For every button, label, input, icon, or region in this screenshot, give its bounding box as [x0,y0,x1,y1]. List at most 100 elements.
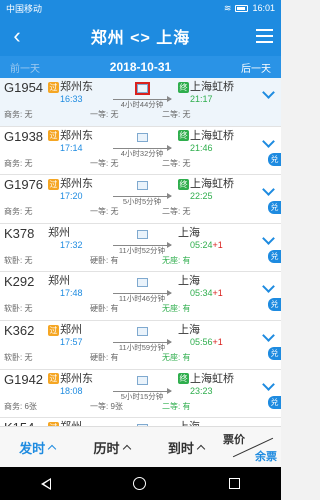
train-row[interactable]: K378 郑州 17:32 11小时52分钟 上海 05:24+1 软卧: 无 … [0,223,281,273]
station-type-badge: 终 [178,81,189,93]
departure-time: 17:20 [60,191,83,202]
ticket-icon[interactable] [136,375,148,385]
departure-time: 17:32 [60,239,83,250]
to-station: 上海虹桥 [190,129,234,142]
seat-class-3: 无座: 有 [162,304,191,314]
status-bar: 中国移动 ≋ 16:01 [0,0,281,16]
ticket-icon[interactable] [136,229,148,239]
train-list: G1954 过郑州东 16:33 4小时44分钟 终上海虹桥 21:17 商务:… [0,78,281,426]
current-date[interactable]: 2018-10-31 [50,60,231,74]
duration: 11小时59分钟 [118,342,166,352]
ticket-icon[interactable] [134,82,150,95]
page-title: 郑州 <> 上海 [90,30,191,47]
menu-icon[interactable] [247,16,281,56]
from-station: 郑州东 [60,81,93,93]
seat-class-3: 二等: 无 [162,110,191,119]
arrow-icon [113,193,172,200]
back-icon[interactable]: ‹ [0,16,34,56]
station-type-badge: 终 [178,130,189,142]
arrow-icon [113,290,172,297]
arrival-time: 21:17 [190,94,213,104]
sort-bar: 发时 历时 到时 票价 余票 [0,426,281,467]
price-label: 票价 [222,433,245,446]
train-row[interactable]: G1938 过郑州东 17:14 4小时32分钟 终上海虹桥 21:46 商务:… [0,126,281,176]
seat-class-2: 一等: 无 [90,207,119,217]
nav-recent-icon[interactable] [228,478,240,489]
station-type-badge: 终 [178,178,189,190]
train-number: G1938 [4,128,44,144]
arrow-icon [113,144,172,151]
from-station: 郑州东 [60,129,93,142]
departure-time: 18:08 [60,385,83,396]
caret-up-icon [47,444,57,453]
station-type-badge: 过 [48,373,59,385]
train-row[interactable]: K154 过郑州 12小时20分钟 上海 [0,418,281,426]
departure-time: 17:48 [60,288,83,299]
ticket-icon[interactable] [136,181,148,191]
arrow-icon [113,338,172,345]
nav-home-icon[interactable] [133,477,147,490]
exchange-badge[interactable]: 兑 [268,249,281,263]
seat-class-3: 二等: 无 [162,158,191,168]
next-day-mark: +1 [212,336,223,347]
seat-class-1: 商务: 无 [4,158,33,168]
exchange-badge[interactable]: 兑 [268,298,281,312]
train-number: K292 [4,274,35,290]
arrow-icon [113,96,172,102]
seat-class-2: 硬卧: 有 [90,304,119,314]
train-number: G1954 [4,80,44,95]
next-day-button[interactable]: 后一天 [231,60,281,75]
next-day-mark: +1 [212,288,223,299]
station-type-badge: 过 [48,324,59,336]
arrival-time: 05:56 [190,336,213,347]
from-station: 郑州 [60,323,82,336]
duration: 5小时5分钟 [122,197,162,207]
train-row[interactable]: K362 过郑州 17:57 11小时59分钟 上海 05:56+1 软卧: 无… [0,320,281,370]
arrow-icon [113,387,172,394]
duration: 11小时52分钟 [118,245,166,255]
seat-class-2: 一等: 无 [90,158,119,168]
train-row[interactable]: G1976 过郑州东 17:20 5小时5分钟 终上海虹桥 22:25 商务: … [0,175,281,224]
exchange-badge[interactable]: 兑 [268,395,281,409]
seat-class-3: 二等: 有 [162,401,191,411]
train-row[interactable]: K292 郑州 17:48 11小时46分钟 上海 05:34+1 软卧: 无 … [0,272,281,321]
remain-label: 余票 [254,450,277,463]
seat-class-2: 一等: 9张 [90,401,123,411]
train-number: K378 [4,225,35,241]
seat-class-1: 软卧: 无 [4,352,33,362]
duration: 5小时15分钟 [120,391,164,401]
arrow-icon [113,241,172,248]
seat-class-2: 硬卧: 有 [90,352,119,362]
arrival-time: 05:24 [190,239,213,250]
duration: 4小时44分钟 [120,100,164,109]
train-row[interactable]: G1942 过郑州东 18:08 5小时15分钟 终上海虹桥 23:23 商务:… [0,369,281,419]
ticket-icon[interactable] [136,278,148,288]
price-remain-toggle[interactable]: 票价 余票 [223,427,281,468]
seat-class-1: 商务: 无 [4,207,33,217]
duration: 4小时32分钟 [120,148,164,158]
seat-class-1: 软卧: 无 [4,304,33,314]
train-number: G1942 [4,371,44,387]
caret-up-icon [196,444,206,453]
sort-depart-button[interactable]: 发时 [0,438,74,457]
exchange-badge[interactable]: 兑 [268,346,281,360]
train-row[interactable]: G1954 过郑州东 16:33 4小时44分钟 终上海虹桥 21:17 商务:… [0,78,281,127]
arrival-time: 21:46 [190,142,213,153]
sort-arrive-button[interactable]: 到时 [149,438,223,457]
nav-back-icon[interactable] [41,477,52,490]
app-header: ‹ 郑州 <> 上海 [0,16,281,56]
ticket-icon[interactable] [136,132,148,142]
seat-class-1: 软卧: 无 [4,255,33,265]
sort-duration-button[interactable]: 历时 [74,438,148,457]
seat-class-3: 二等: 无 [162,207,191,217]
exchange-badge[interactable]: 兑 [268,152,281,166]
train-number: G1976 [4,177,44,193]
to-station: 上海虹桥 [190,81,234,93]
ticket-icon[interactable] [136,326,148,336]
prev-day-button[interactable]: 前一天 [0,60,50,75]
departure-time: 17:57 [60,336,83,347]
exchange-badge[interactable]: 兑 [268,201,281,215]
wifi-icon: ≋ [223,2,232,13]
from-station: 郑州 [48,226,70,239]
system-nav-bar [0,467,281,500]
